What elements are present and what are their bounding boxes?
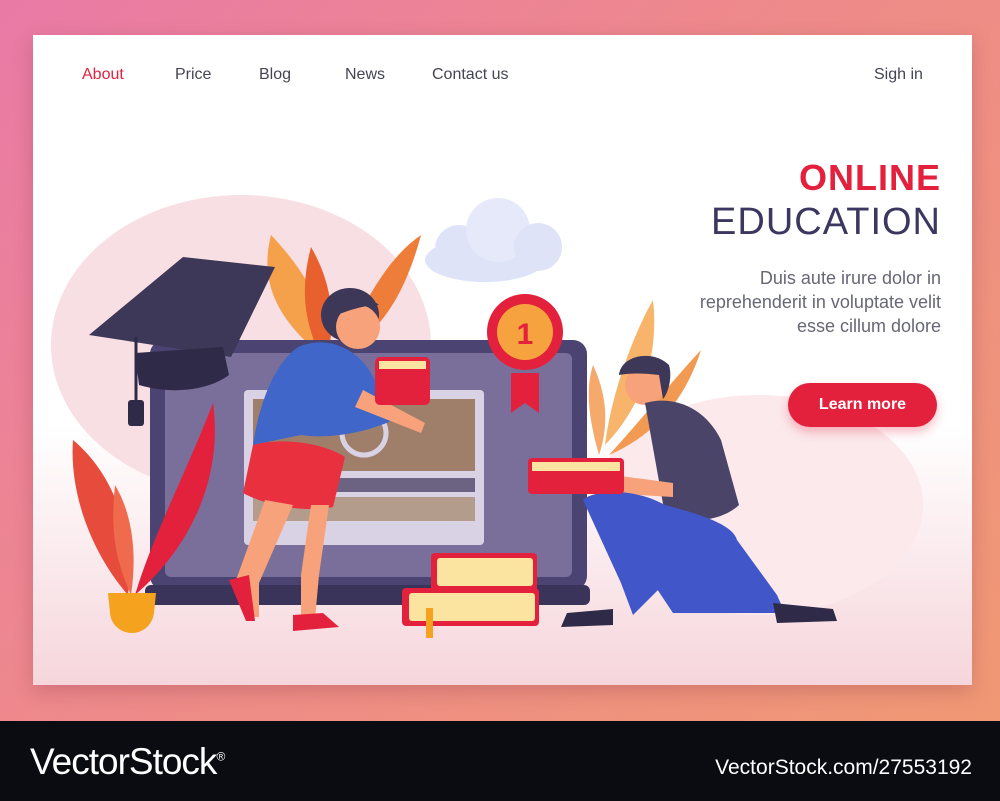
landing-page: About Price Blog News Contact us Sigh in bbox=[33, 35, 972, 685]
hero-title-education: EDUCATION bbox=[711, 201, 941, 243]
learn-more-button[interactable]: Learn more bbox=[788, 383, 937, 427]
cloud-icon bbox=[425, 198, 562, 282]
hero-title-online: ONLINE bbox=[798, 157, 941, 198]
education-illustration: 1 bbox=[72, 198, 837, 638]
watermark-brand-text: VectorStock bbox=[30, 741, 217, 782]
medal-number: 1 bbox=[517, 318, 534, 351]
watermark-bar: VectorStock® VectorStock.com/27553192 bbox=[0, 721, 1000, 801]
registered-mark: ® bbox=[216, 749, 225, 764]
watermark-url: VectorStock.com/27553192 bbox=[715, 756, 972, 779]
hero-description: Duis aute irure dolor in reprehenderit i… bbox=[699, 268, 941, 336]
watermark-brand: VectorStock® bbox=[30, 741, 225, 783]
